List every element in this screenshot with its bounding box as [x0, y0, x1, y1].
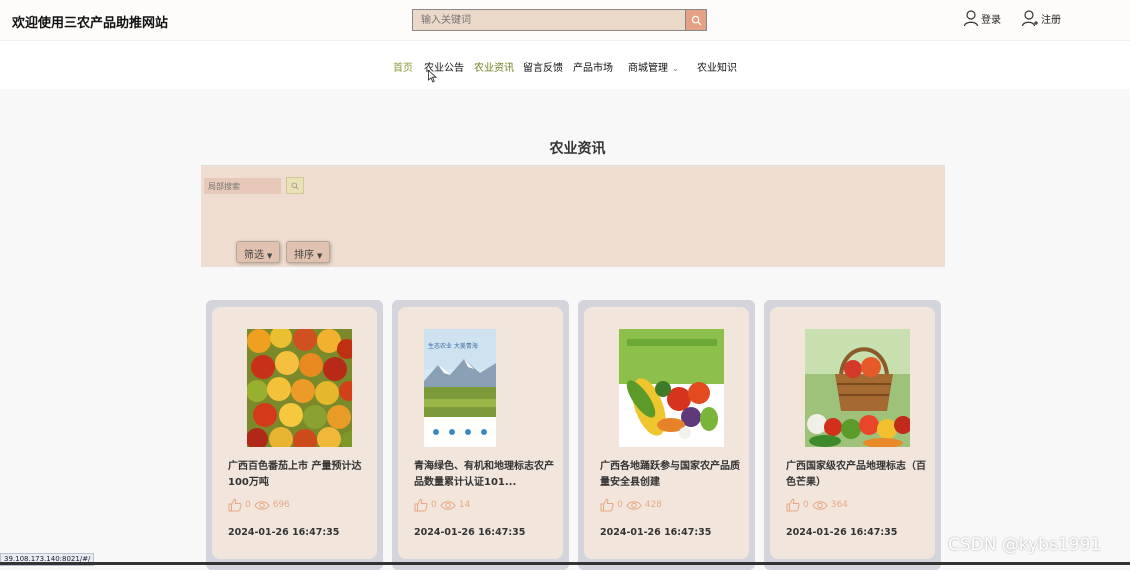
nav-item-news[interactable]: 农业资讯 [474, 59, 514, 74]
news-card-stats: 0 364 [786, 498, 848, 512]
search-button[interactable] [685, 9, 707, 31]
nav-item-home[interactable]: 首页 [393, 59, 413, 74]
search-icon [291, 182, 299, 190]
news-card-stats: 0 14 [414, 498, 470, 512]
news-card-body: 广西百色番茄上市 产量预计达100万吨 0 696 2024-01-26 16:… [212, 307, 377, 559]
news-image-qinghai-poster: 生态农业 大美青海 [424, 329, 496, 447]
nav-item-knowledge[interactable]: 农业知识 [697, 59, 737, 74]
mouse-cursor-icon [428, 70, 437, 83]
caret-down-icon: ▼ [267, 252, 273, 260]
news-card-date: 2024-01-26 16:47:35 [228, 527, 340, 538]
news-card-body: 广西各地踊跃参与国家农产品质量安全县创建 0 428 2024-01-26 16… [584, 307, 749, 559]
news-image-vegetables [619, 329, 724, 447]
login-button[interactable]: 登录 [963, 10, 1001, 27]
page-title: 农业资讯 [549, 141, 606, 157]
eye-icon [254, 500, 270, 510]
news-card-title: 青海绿色、有机和地理标志农产品数量累计认证101... [414, 461, 554, 488]
login-label: 登录 [981, 15, 1001, 26]
add-user-icon [1021, 10, 1038, 27]
news-card[interactable]: 生态农业 大美青海 青海绿色、有机和地理标志农产品数量累计认证101... 0 … [392, 300, 569, 570]
search-icon [691, 15, 701, 25]
news-card-date: 2024-01-26 16:47:35 [414, 527, 526, 538]
news-card-date: 2024-01-26 16:47:35 [600, 527, 712, 538]
user-icon [963, 10, 979, 27]
like-count: 0 [245, 500, 251, 510]
local-search-button[interactable] [286, 177, 304, 194]
news-card-title: 广西百色番茄上市 产量预计达100万吨 [228, 461, 362, 488]
site-title: 欢迎使用三农产品助推网站 [12, 16, 169, 31]
news-card-body: 广西国家级农产品地理标志（百色芒果） 0 364 2024-01-26 16:4… [770, 307, 935, 559]
thumbs-up-icon [600, 498, 614, 512]
nav-item-market[interactable]: 产品市场 [573, 59, 613, 74]
news-card[interactable]: 广西各地踊跃参与国家农产品质量安全县创建 0 428 2024-01-26 16… [578, 300, 755, 570]
news-card-stats: 0 696 [228, 498, 290, 512]
eye-icon [440, 500, 456, 510]
filter-label: 筛选 [244, 250, 264, 261]
news-card[interactable]: 广西国家级农产品地理标志（百色芒果） 0 364 2024-01-26 16:4… [764, 300, 941, 570]
nav-item-mall-label: 商城管理 [628, 63, 668, 74]
sort-label: 排序 [294, 250, 314, 261]
register-button[interactable]: 注册 [1021, 10, 1061, 27]
news-card[interactable]: 广西百色番茄上市 产量预计达100万吨 0 696 2024-01-26 16:… [206, 300, 383, 570]
news-card-body: 生态农业 大美青海 青海绿色、有机和地理标志农产品数量累计认证101... 0 … [398, 307, 563, 559]
poster-caption: 生态农业 大美青海 [428, 343, 478, 350]
view-count: 696 [272, 500, 290, 510]
thumbs-up-icon [228, 498, 242, 512]
filter-panel: 筛选▼ 排序▼ [201, 165, 945, 267]
chevron-down-icon: ⌄ [672, 64, 679, 73]
news-card-stats: 0 428 [600, 498, 662, 512]
main-nav: 首页 农业公告 农业资讯 留言反馈 产品市场 商城管理 ⌄ 农业知识 [0, 41, 1130, 89]
nav-item-feedback[interactable]: 留言反馈 [523, 59, 563, 74]
news-card-title: 广西国家级农产品地理标志（百色芒果） [786, 461, 926, 488]
news-image-fruits [247, 329, 352, 447]
search-input[interactable] [412, 9, 685, 31]
view-count: 428 [644, 500, 662, 510]
thumbs-up-icon [786, 498, 800, 512]
news-card-date: 2024-01-26 16:47:35 [786, 527, 898, 538]
news-image-basket [805, 329, 910, 447]
filter-button[interactable]: 筛选 ▼ [236, 241, 281, 263]
caret-down-icon: ▼ [317, 252, 323, 260]
local-search-input[interactable] [204, 178, 281, 194]
nav-item-mall[interactable]: 商城管理 ⌄ [628, 59, 679, 74]
register-label: 注册 [1041, 15, 1061, 26]
global-search [412, 9, 707, 31]
news-card-title: 广西各地踊跃参与国家农产品质量安全县创建 [600, 461, 740, 488]
eye-icon [626, 500, 642, 510]
like-count: 0 [803, 500, 809, 510]
sort-button[interactable]: 排序 ▼ [286, 241, 331, 263]
top-header: 欢迎使用三农产品助推网站 登录 注册 [0, 0, 1130, 41]
view-count: 364 [830, 500, 848, 510]
thumbs-up-icon [414, 498, 428, 512]
like-count: 0 [617, 500, 623, 510]
eye-icon [812, 500, 828, 510]
view-count: 14 [458, 500, 471, 510]
like-count: 0 [431, 500, 437, 510]
watermark: CSDN @kybs1991 [948, 535, 1102, 555]
